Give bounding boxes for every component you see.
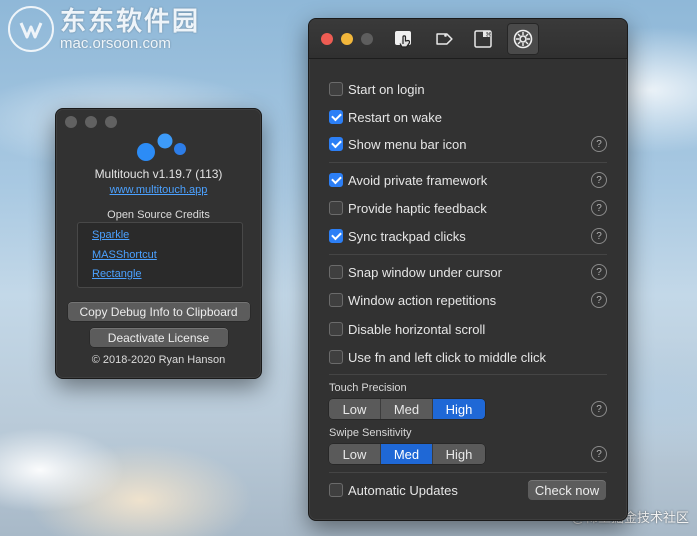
watermark-logo: 东东软件园 mac.orsoon.com	[8, 6, 200, 52]
automatic-updates-checkbox[interactable]	[329, 483, 343, 497]
start-on-login-checkbox[interactable]	[329, 82, 343, 96]
swipe-sensitivity-label: Swipe Sensitivity	[329, 427, 412, 439]
gesture-icon	[395, 31, 411, 48]
tag-icon	[436, 33, 453, 45]
window-action-repetitions-label: Window action repetitions	[348, 292, 497, 308]
credits-list: Sparkle MASShortcut Rectangle	[77, 222, 243, 288]
restart-on-wake-row[interactable]: Restart on wake	[329, 107, 607, 127]
watermark-title: 东东软件园	[60, 5, 201, 36]
zoom-button[interactable]	[105, 116, 117, 128]
touch-precision-med[interactable]: Med	[381, 399, 433, 419]
credit-link-masshortcut[interactable]: MASShortcut	[92, 249, 242, 269]
touch-precision-high[interactable]: High	[433, 399, 485, 419]
haptic-feedback-checkbox[interactable]	[329, 201, 343, 215]
show-menu-bar-icon-checkbox[interactable]	[329, 137, 343, 151]
swipe-sensitivity-med[interactable]: Med	[381, 444, 433, 464]
credit-link-rectangle[interactable]: Rectangle	[92, 268, 242, 288]
fn-middle-click-label: Use fn and left click to middle click	[348, 349, 546, 365]
disable-horizontal-scroll-label: Disable horizontal scroll	[348, 321, 486, 337]
help-icon[interactable]: ?	[591, 136, 607, 152]
snap-window-row[interactable]: Snap window under cursor ?	[329, 262, 607, 282]
sync-trackpad-clicks-checkbox[interactable]	[329, 229, 343, 243]
zoom-button[interactable]	[361, 33, 373, 45]
sync-trackpad-clicks-label: Sync trackpad clicks	[348, 228, 466, 244]
snap-window-label: Snap window under cursor	[348, 264, 502, 280]
tab-gestures[interactable]	[388, 23, 420, 55]
copy-debug-info-button[interactable]: Copy Debug Info to Clipboard	[67, 302, 250, 321]
tab-general-settings[interactable]	[507, 23, 539, 55]
fn-middle-click-row[interactable]: Use fn and left click to middle click	[329, 347, 607, 367]
close-button[interactable]	[65, 116, 77, 128]
window-action-repetitions-row[interactable]: Window action repetitions ?	[329, 290, 607, 310]
avoid-private-framework-row[interactable]: Avoid private framework ?	[329, 170, 607, 190]
website-link[interactable]: www.multitouch.app	[56, 184, 261, 196]
deactivate-license-button[interactable]: Deactivate License	[89, 328, 228, 347]
sync-trackpad-clicks-row[interactable]: Sync trackpad clicks ?	[329, 226, 607, 246]
disable-horizontal-scroll-row[interactable]: Disable horizontal scroll	[329, 319, 607, 339]
help-icon[interactable]: ?	[591, 172, 607, 188]
help-icon[interactable]: ?	[591, 264, 607, 280]
credits-heading: Open Source Credits	[107, 209, 210, 221]
separator	[329, 374, 607, 375]
haptic-feedback-label: Provide haptic feedback	[348, 200, 487, 216]
prefs-window-controls	[321, 33, 373, 45]
copyright-text: © 2018-2020 Ryan Hanson	[91, 354, 226, 366]
check-now-button[interactable]: Check now	[528, 480, 606, 500]
multitouch-logo-icon	[137, 133, 186, 161]
window-action-repetitions-checkbox[interactable]	[329, 293, 343, 307]
avoid-private-framework-label: Avoid private framework	[348, 172, 488, 188]
watermark-url: mac.orsoon.com	[60, 34, 171, 52]
help-icon[interactable]: ?	[591, 228, 607, 244]
show-menu-bar-icon-row[interactable]: Show menu bar icon ?	[329, 134, 607, 154]
watermark-emblem-icon	[8, 6, 54, 52]
help-icon[interactable]: ?	[591, 401, 607, 417]
haptic-feedback-row[interactable]: Provide haptic feedback ?	[329, 198, 607, 218]
start-on-login-label: Start on login	[348, 81, 425, 97]
restart-on-wake-checkbox[interactable]	[329, 110, 343, 124]
separator	[329, 162, 607, 163]
touch-precision-label: Touch Precision	[329, 382, 407, 394]
svg-text:⌘: ⌘	[486, 31, 492, 38]
fn-middle-click-checkbox[interactable]	[329, 350, 343, 364]
minimize-button[interactable]	[85, 116, 97, 128]
separator	[329, 254, 607, 255]
about-window: Multitouch v1.19.7 (113) www.multitouch.…	[55, 108, 262, 379]
touch-precision-control: Low Med High	[329, 399, 485, 419]
tab-shortcuts[interactable]: ⌘	[467, 23, 499, 55]
separator	[329, 472, 607, 473]
disable-horizontal-scroll-checkbox[interactable]	[329, 322, 343, 336]
shortcut-window-icon: ⌘	[474, 30, 492, 48]
help-icon[interactable]: ?	[591, 200, 607, 216]
minimize-button[interactable]	[341, 33, 353, 45]
gear-icon	[513, 29, 533, 49]
about-window-controls	[65, 116, 117, 128]
automatic-updates-label: Automatic Updates	[348, 482, 458, 498]
preferences-toolbar: ⌘	[309, 19, 627, 59]
preferences-window: ⌘ Start on login Restart on wake Show me…	[308, 18, 628, 521]
restart-on-wake-label: Restart on wake	[348, 109, 442, 125]
snap-window-checkbox[interactable]	[329, 265, 343, 279]
app-version-title: Multitouch v1.19.7 (113)	[94, 167, 223, 181]
help-icon[interactable]: ?	[591, 446, 607, 462]
avoid-private-framework-checkbox[interactable]	[329, 173, 343, 187]
help-icon[interactable]: ?	[591, 292, 607, 308]
swipe-sensitivity-low[interactable]: Low	[329, 444, 381, 464]
touch-precision-low[interactable]: Low	[329, 399, 381, 419]
swipe-sensitivity-control: Low Med High	[329, 444, 485, 464]
show-menu-bar-icon-label: Show menu bar icon	[348, 136, 467, 152]
start-on-login-row[interactable]: Start on login	[329, 79, 607, 99]
automatic-updates-row[interactable]: Automatic Updates	[329, 480, 517, 500]
tab-tags[interactable]	[426, 23, 458, 55]
close-button[interactable]	[321, 33, 333, 45]
credit-link-sparkle[interactable]: Sparkle	[92, 229, 242, 249]
swipe-sensitivity-high[interactable]: High	[433, 444, 485, 464]
